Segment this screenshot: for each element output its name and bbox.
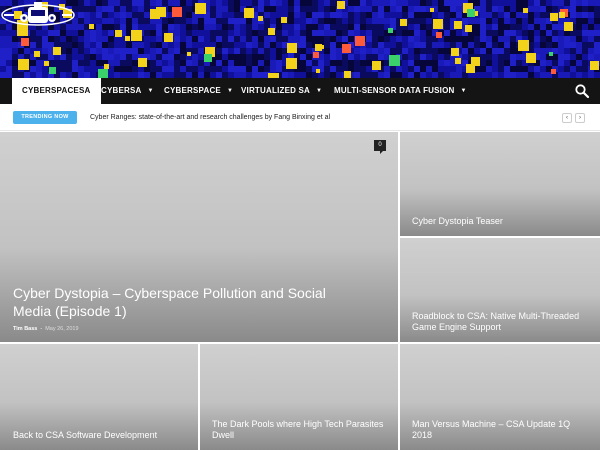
- nav-item-multi-sensor-data-fusion[interactable]: MULTI-SENSOR DATA FUSION ▼: [334, 78, 467, 104]
- trending-bar: TRENDING NOW Cyber Ranges: state-of-the-…: [0, 104, 600, 131]
- post-meta: Tim Bass - May 26, 2019: [13, 326, 79, 332]
- chevron-down-icon: ▼: [460, 88, 467, 94]
- chevron-down-icon: ▼: [147, 88, 154, 94]
- bottom-post-1[interactable]: Back to CSA Software Development: [0, 344, 198, 450]
- bottom-post-3[interactable]: Man Versus Machine – CSA Update 1Q 2018: [400, 344, 600, 450]
- trending-badge: TRENDING NOW: [13, 111, 77, 124]
- header-pixel-pattern: [0, 0, 600, 78]
- nav-item-cyberspacesa[interactable]: CYBERSPACESA: [12, 78, 101, 104]
- nav-item-label: MULTI-SENSOR DATA FUSION: [334, 86, 455, 95]
- nav-item-label: CYBERSA: [101, 86, 142, 95]
- main-nav: CYBERSPACESA CYBERSA ▼ CYBERSPACE ▼ VIRTUA…: [0, 78, 600, 104]
- site-header: [0, 0, 600, 78]
- comment-count-badge[interactable]: 0: [374, 140, 386, 154]
- nav-item-cyberspace[interactable]: CYBERSPACE ▼: [164, 78, 233, 104]
- nav-item-cybersa[interactable]: CYBERSA ▼: [101, 78, 154, 104]
- post-title[interactable]: Cyber Dystopia Teaser: [412, 216, 590, 228]
- chevron-down-icon: ▼: [226, 88, 234, 94]
- featured-post[interactable]: 0 Cyber Dystopia – Cyberspace Pollution …: [0, 132, 398, 342]
- post-author[interactable]: Tim Bass: [13, 326, 37, 332]
- trending-headline-link[interactable]: Cyber Ranges: state-of-the-art and resea…: [90, 111, 330, 125]
- site-logo[interactable]: [0, 0, 76, 28]
- bottom-post-2[interactable]: The Dark Pools where High Tech Parasites…: [200, 344, 398, 450]
- post-title[interactable]: Back to CSA Software Development: [13, 430, 193, 442]
- search-icon[interactable]: [574, 83, 590, 99]
- post-date: May 26, 2019: [45, 326, 79, 332]
- nav-item-virtualized-sa[interactable]: VIRTUALIZED SA ▼: [241, 78, 322, 104]
- trending-next-button[interactable]: ›: [575, 113, 585, 123]
- nav-item-label: VIRTUALIZED SA: [241, 86, 311, 95]
- post-title[interactable]: Roadblock to CSA: Native Multi-Threaded …: [412, 311, 590, 334]
- nav-item-label: CYBERSPACESA: [22, 86, 91, 95]
- side-post-bottom[interactable]: Roadblock to CSA: Native Multi-Threaded …: [400, 238, 600, 342]
- post-title[interactable]: The Dark Pools where High Tech Parasites…: [212, 419, 387, 442]
- post-title[interactable]: Cyber Dystopia – Cyberspace Pollution an…: [13, 284, 343, 320]
- post-title[interactable]: Man Versus Machine – CSA Update 1Q 2018: [412, 419, 590, 442]
- nav-item-label: CYBERSPACE: [164, 86, 221, 95]
- meta-separator: -: [40, 326, 43, 332]
- side-post-top[interactable]: Cyber Dystopia Teaser: [400, 132, 600, 236]
- trending-prev-button[interactable]: ‹: [562, 113, 572, 123]
- chevron-down-icon: ▼: [316, 88, 323, 94]
